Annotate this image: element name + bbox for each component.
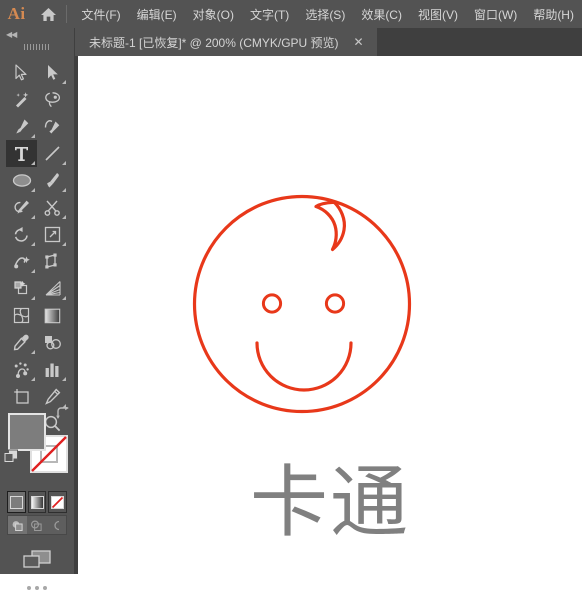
direct-selection-tool[interactable] [37,59,68,86]
menu-bar: Ai 文件(F) 编辑(E) 对象(O) 文字(T) 选择(S) 效果(C) 视… [0,0,582,28]
perspective-grid-tool[interactable] [37,275,68,302]
menu-window[interactable]: 窗口(W) [466,2,525,27]
fill-type-buttons [7,491,68,513]
flyout-indicator-icon [62,242,66,246]
draw-inside-mode[interactable] [47,516,66,534]
draw-behind-mode[interactable] [27,516,46,534]
flyout-indicator-icon [62,377,66,381]
flyout-indicator-icon [31,242,35,246]
menu-select[interactable]: 选择(S) [297,2,353,27]
home-icon[interactable] [33,0,64,28]
document-tab[interactable]: 未标题-1 [已恢复]* @ 200% (CMYK/GPU 预览) ✕ [75,28,377,56]
scissors-tool[interactable] [37,194,68,221]
line-segment-tool[interactable] [37,140,68,167]
collapse-panel-icon[interactable]: ◀◀ [0,28,74,41]
draw-normal-mode[interactable] [8,516,28,534]
tools-grid [6,59,68,437]
flyout-indicator-icon [31,377,35,381]
symbol-sprayer-tool[interactable] [6,356,37,383]
curvature-tool[interactable] [37,113,68,140]
canvas-area: 卡通 [74,56,582,574]
magic-wand-tool[interactable] [6,86,37,113]
flyout-indicator-icon [31,134,35,138]
flyout-indicator-icon [31,269,35,273]
blend-tool[interactable] [37,329,68,356]
shape-builder-tool[interactable] [6,275,37,302]
artboard[interactable]: 卡通 [78,56,582,574]
selection-tool[interactable] [6,59,37,86]
slice-tool[interactable] [37,383,68,410]
left-eye [261,293,283,314]
menu-file[interactable]: 文件(F) [73,2,128,27]
type-tool[interactable] [6,140,37,167]
close-icon[interactable]: ✕ [353,36,365,48]
draw-mode-buttons [7,515,67,535]
scale-tool[interactable] [37,221,68,248]
flyout-indicator-icon [62,188,66,192]
flyout-indicator-icon [62,161,66,165]
free-transform-tool[interactable] [37,248,68,275]
document-tab-bar: 未标题-1 [已恢复]* @ 200% (CMYK/GPU 预览) ✕ [0,28,582,56]
face-circle [192,194,412,414]
rotate-tool[interactable] [6,221,37,248]
ellipse-tool[interactable] [6,167,37,194]
color-swatch-button[interactable] [7,491,26,513]
panel-drag-handle[interactable] [0,41,74,52]
flyout-indicator-icon [62,215,66,219]
mesh-tool[interactable] [6,302,37,329]
more-dots-icon [27,586,47,590]
grip-dots-icon [24,43,50,50]
width-tool[interactable] [6,248,37,275]
flyout-indicator-icon [31,296,35,300]
document-tab-title: 未标题-1 [已恢复]* @ 200% (CMYK/GPU 预览) [89,35,339,50]
none-swatch-button[interactable] [48,491,68,513]
default-fill-stroke-icon[interactable] [4,449,19,469]
fill-stroke-control [4,405,69,473]
menu-divider [66,5,68,23]
edit-toolbar-button[interactable] [0,577,74,599]
fill-swatch[interactable] [8,413,46,451]
menu-type[interactable]: 文字(T) [242,2,297,27]
lasso-tool[interactable] [37,86,68,113]
eyedropper-tool[interactable] [6,329,37,356]
gradient-tool[interactable] [37,302,68,329]
caption-text[interactable]: 卡通 [78,464,582,542]
shaper-tool[interactable] [6,194,37,221]
menu-edit[interactable]: 编辑(E) [129,2,185,27]
column-graph-tool[interactable] [37,356,68,383]
pen-tool[interactable] [6,113,37,140]
menu-effect[interactable]: 效果(C) [353,2,410,27]
menu-view[interactable]: 视图(V) [410,2,466,27]
artboard-tool[interactable] [6,383,37,410]
illustrator-window: Ai 文件(F) 编辑(E) 对象(O) 文字(T) 选择(S) 效果(C) 视… [0,0,582,590]
flyout-indicator-icon [31,350,35,354]
paintbrush-tool[interactable] [37,167,68,194]
tools-panel: ◀◀ [0,28,74,590]
screen-mode-button[interactable] [0,543,74,577]
smile-arc [255,341,353,392]
menu-item-list: 文件(F) 编辑(E) 对象(O) 文字(T) 选择(S) 效果(C) 视图(V… [73,2,582,27]
gradient-swatch-button[interactable] [27,491,47,513]
menu-help[interactable]: 帮助(H) [525,2,582,27]
flyout-indicator-icon [31,188,35,192]
hair-curl [314,200,347,252]
right-eye [324,293,346,314]
flyout-indicator-icon [31,215,35,219]
flyout-indicator-icon [62,296,66,300]
flyout-indicator-icon [62,80,66,84]
flyout-indicator-icon [31,161,35,165]
menu-object[interactable]: 对象(O) [185,2,242,27]
swap-fill-stroke-icon[interactable] [56,405,70,425]
app-logo: Ai [7,4,26,23]
